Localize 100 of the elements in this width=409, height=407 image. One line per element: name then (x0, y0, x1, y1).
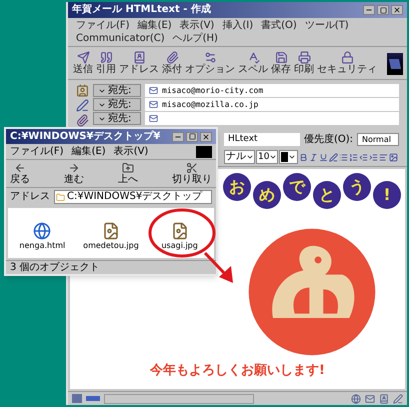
image-file-icon (170, 222, 189, 240)
numbered-list-icon[interactable] (349, 152, 358, 162)
close-icon (202, 132, 210, 140)
italic-icon[interactable] (309, 152, 318, 162)
address-field[interactable]: C:¥WINDOWS¥デスクトップ (54, 190, 212, 204)
caret-icon (288, 153, 296, 161)
footer-message: 今年もよろしくお願いします! (150, 362, 325, 380)
recipient-type-button[interactable]: 宛先: (93, 84, 141, 97)
menu-item[interactable]: 編集(E) (138, 19, 172, 32)
recipient-field[interactable] (145, 112, 399, 125)
underline-icon[interactable] (319, 152, 328, 162)
highlight-circle (148, 208, 216, 258)
bold-icon[interactable] (299, 152, 308, 162)
caret-icon (246, 153, 254, 161)
indent-icon[interactable] (369, 152, 378, 162)
logo-icon (387, 53, 403, 75)
printer-icon (298, 51, 310, 64)
bullet-list-icon[interactable] (339, 152, 348, 162)
web-page-icon (33, 222, 52, 240)
outdent-icon[interactable] (359, 152, 368, 162)
close-button[interactable] (391, 5, 403, 15)
forward-arrow-icon (68, 162, 80, 174)
back-arrow-icon (14, 162, 26, 174)
font-size-dropdown[interactable]: 10 (256, 150, 278, 164)
align-left-icon[interactable] (379, 152, 388, 162)
menu-item[interactable]: 表示(V) (114, 145, 148, 158)
contact-icon (149, 114, 158, 123)
priority-label: 優先度(O): (304, 134, 353, 144)
toolbar-button[interactable]: 引用 (95, 51, 117, 75)
contact-icon (149, 100, 158, 109)
caret-icon (269, 153, 278, 161)
maximize-icon (188, 133, 196, 140)
pencil-icon (76, 99, 89, 112)
close-button[interactable] (200, 132, 212, 142)
toolbar-button[interactable]: 切り取り (172, 162, 212, 185)
menu-item[interactable]: ツール(T) (304, 19, 349, 32)
maximize-button[interactable] (186, 132, 198, 142)
address-card-icon (76, 84, 89, 97)
lock-icon (340, 51, 354, 64)
toolbar-button[interactable]: アドレス (118, 51, 160, 75)
toolbar-button[interactable]: 保存 (270, 51, 292, 75)
font-dropdown[interactable]: ナル (224, 150, 255, 164)
window-title: 年賀メール HTMLtext - 作成 (72, 5, 211, 15)
image-icon[interactable] (389, 152, 398, 162)
menu-item[interactable]: Communicator(C) (76, 32, 165, 45)
maximize-icon (380, 6, 386, 14)
mail-icon[interactable] (365, 394, 375, 404)
paperclip-icon (76, 114, 89, 127)
color-swatch (281, 152, 288, 162)
paperclip-icon (166, 51, 178, 64)
navigator-icon[interactable] (351, 394, 361, 404)
address-label: アドレス (10, 192, 50, 202)
scissors-icon (186, 162, 198, 174)
save-icon (274, 51, 288, 64)
file-item[interactable]: usagi.jpg (145, 222, 214, 250)
contact-icon (149, 86, 158, 95)
recipient-field[interactable]: misaco@morio-city.com (145, 84, 399, 97)
menu-item[interactable]: 書式(O) (261, 19, 297, 32)
color-picker[interactable] (279, 150, 298, 164)
address-book-icon[interactable] (379, 394, 389, 404)
recipient-field[interactable]: misaco@mozilla.co.jp (145, 98, 399, 111)
maximize-button[interactable] (377, 5, 389, 15)
close-icon (393, 6, 401, 14)
file-item[interactable]: nenga.html (8, 222, 77, 250)
pointer-arrow (204, 252, 233, 283)
menu-item[interactable]: ヘルプ(H) (172, 32, 218, 45)
menu-item[interactable]: ファイル(F) (10, 145, 64, 158)
recipient-type-button[interactable]: 宛先: (93, 98, 141, 111)
email-address: misaco@morio-city.com (162, 86, 264, 94)
toolbar-button[interactable]: 送信 (72, 51, 94, 75)
spell-check-icon (246, 51, 260, 64)
toolbar-button[interactable]: 添付 (161, 51, 183, 75)
folder-icon (56, 192, 65, 202)
menu-item[interactable]: 編集(E) (72, 145, 106, 158)
window-title: C:¥WINDOWS¥デスクトップ¥ (10, 132, 160, 142)
toolbar-button[interactable]: オプション (184, 51, 236, 75)
status-text: 3 個のオブジェクト (6, 260, 216, 274)
toolbar-button[interactable]: 進む (64, 162, 84, 185)
pen-icon[interactable] (329, 152, 338, 162)
toolbar-button[interactable]: 上へ (118, 162, 138, 185)
priority-dropdown[interactable]: Normal (357, 133, 399, 146)
file-item[interactable]: omedetou.jpg (76, 222, 146, 250)
toolbar-button[interactable]: スペル (237, 51, 269, 75)
settings-icon (204, 51, 216, 64)
menu-item[interactable]: ファイル(F) (76, 19, 130, 32)
toolbar-button[interactable]: 印刷 (293, 51, 315, 75)
recipient-type-button[interactable]: 宛先: (93, 112, 141, 125)
toolbar-button[interactable]: 戻る (10, 162, 30, 185)
send-icon (76, 51, 90, 64)
address-book-icon (132, 51, 146, 64)
subject-field[interactable]: HLtext (224, 133, 300, 146)
menu-item[interactable]: 挿入(I) (222, 19, 254, 32)
toolbar-button[interactable]: セキュリティ (316, 51, 378, 75)
image-file-icon (102, 222, 120, 240)
menu-item[interactable]: 表示(V) (180, 19, 214, 32)
email-address: misaco@mozilla.co.jp (162, 100, 258, 108)
minimize-button[interactable] (172, 132, 184, 142)
minimize-button[interactable] (363, 5, 375, 15)
quote-icon (100, 51, 112, 64)
compose-icon[interactable] (393, 394, 403, 404)
